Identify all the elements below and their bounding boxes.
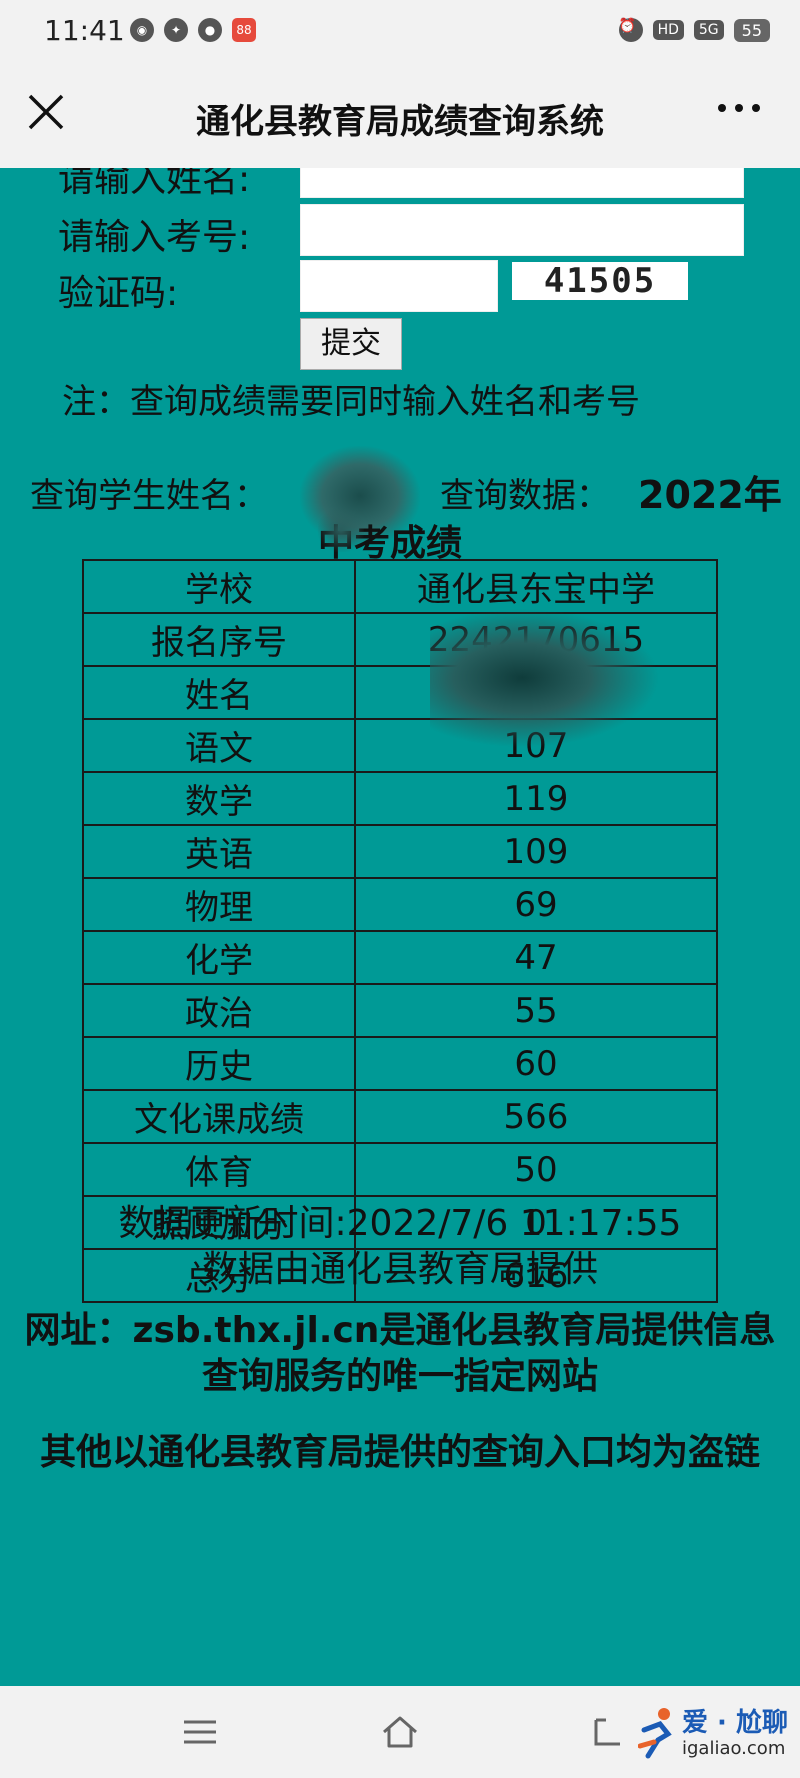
table-row: 文化课成绩 566 — [82, 1089, 718, 1144]
score-row-label: 化学 — [82, 930, 356, 985]
table-row: 化学 47 — [82, 930, 718, 985]
page-title: 通化县教育局成绩查询系统 — [196, 102, 604, 142]
score-row-label: 英语 — [82, 824, 356, 879]
more-options-icon[interactable] — [714, 98, 764, 118]
watermark-title: 爱 · 尬聊 — [682, 1708, 788, 1738]
score-row-label: 姓名 — [82, 665, 356, 720]
menu-icon[interactable] — [180, 1712, 220, 1752]
exam-number-label: 请输入考号: — [58, 217, 251, 258]
score-row-value: 566 — [354, 1089, 718, 1144]
query-data-label: 查询数据： — [440, 476, 610, 516]
runner-logo-icon — [638, 1708, 672, 1759]
score-row-value: 109 — [354, 824, 718, 879]
table-row: 英语 109 — [82, 824, 718, 879]
page-content: 请输入姓名: 请输入考号: 验证码: 41505 提交 注：查询成绩需要同时输入… — [0, 168, 800, 1686]
table-row: 报名序号 2242170615 — [82, 612, 718, 667]
system-icons: ⏰ HD 5G 55 — [618, 18, 770, 42]
score-row-value: 通化县东宝中学 — [354, 559, 718, 614]
table-row: 姓名 — [82, 665, 718, 720]
score-row-label: 物理 — [82, 877, 356, 932]
score-row-label: 数学 — [82, 771, 356, 826]
name-label: 请输入姓名: — [58, 168, 251, 200]
score-row-label: 体育 — [82, 1142, 356, 1197]
app-notification-icon: ◉ — [130, 18, 154, 42]
table-row: 政治 55 — [82, 983, 718, 1038]
chat-icon: ● — [198, 18, 222, 42]
update-time: 数据更新时间:2022/7/6 11:17:55 — [118, 1203, 682, 1244]
back-icon[interactable] — [592, 1712, 632, 1752]
title-bar: 通化县教育局成绩查询系统 — [0, 64, 800, 168]
captcha-input[interactable] — [300, 260, 498, 312]
table-row: 体育 50 — [82, 1142, 718, 1197]
table-row: 学校 通化县东宝中学 — [82, 559, 718, 614]
submit-button[interactable]: 提交 — [300, 318, 402, 370]
warning-notice: 其他以通化县教育局提供的查询入口均为盗链 — [39, 1432, 760, 1473]
watermark-url: igaliao.com — [682, 1738, 786, 1759]
table-row: 物理 69 — [82, 877, 718, 932]
redaction-smudge — [318, 508, 364, 552]
captcha-image[interactable]: 41505 — [512, 262, 688, 300]
score-row-value: 107 — [354, 718, 718, 773]
home-icon[interactable] — [380, 1712, 420, 1752]
score-row-label: 历史 — [82, 1036, 356, 1091]
query-year: 2022年 — [638, 473, 782, 517]
table-row: 数学 119 — [82, 771, 718, 826]
battery-icon: 55 — [733, 18, 770, 42]
student-name-label: 查询学生姓名： — [30, 476, 268, 516]
score-row-label: 学校 — [82, 559, 356, 614]
score-row-label: 报名序号 — [82, 612, 356, 667]
exam-number-input[interactable] — [300, 204, 744, 256]
score-row-value — [354, 665, 718, 720]
score-table: 学校 通化县东宝中学 报名序号 2242170615 姓名 语文 107 数学 119 英语 109… — [82, 559, 718, 1303]
watermark-logo: 爱 · 尬聊 igaliao.com — [636, 1696, 796, 1772]
score-row-value: 50 — [354, 1142, 718, 1197]
score-row-label: 政治 — [82, 983, 356, 1038]
hd-icon: HD — [652, 20, 684, 40]
notification-icons: ◉ ✦ ● 88 — [130, 18, 256, 42]
captcha-label: 验证码: — [58, 273, 179, 314]
score-row-value: 47 — [354, 930, 718, 985]
data-provider: 数据由通化县教育局提供 — [201, 1249, 598, 1290]
table-row: 历史 60 — [82, 1036, 718, 1091]
bottom-navigation: 爱 · 尬聊 igaliao.com — [0, 1686, 800, 1778]
table-row: 语文 107 — [82, 718, 718, 773]
signal-icon: 5G — [693, 20, 724, 40]
score-row-value: 69 — [354, 877, 718, 932]
score-row-label: 文化课成绩 — [82, 1089, 356, 1144]
score-row-value: 60 — [354, 1036, 718, 1091]
site-notice: 网址：zsb.thx.jl.cn是通化县教育局提供信息查询服务的唯一指定网站 — [24, 1310, 776, 1397]
app-badge-icon: 88 — [232, 18, 256, 42]
score-row-value: 119 — [354, 771, 718, 826]
form-note: 注：查询成绩需要同时输入姓名和考号 — [62, 382, 640, 422]
score-row-value: 2242170615 — [354, 612, 718, 667]
status-bar: 11:41 ◉ ✦ ● 88 ⏰ HD 5G 55 — [0, 0, 800, 64]
name-input[interactable] — [300, 168, 744, 198]
score-row-value: 55 — [354, 983, 718, 1038]
score-row-label: 语文 — [82, 718, 356, 773]
compass-icon: ✦ — [164, 18, 188, 42]
alarm-icon: ⏰ — [618, 18, 643, 42]
status-time: 11:41 — [44, 14, 125, 47]
